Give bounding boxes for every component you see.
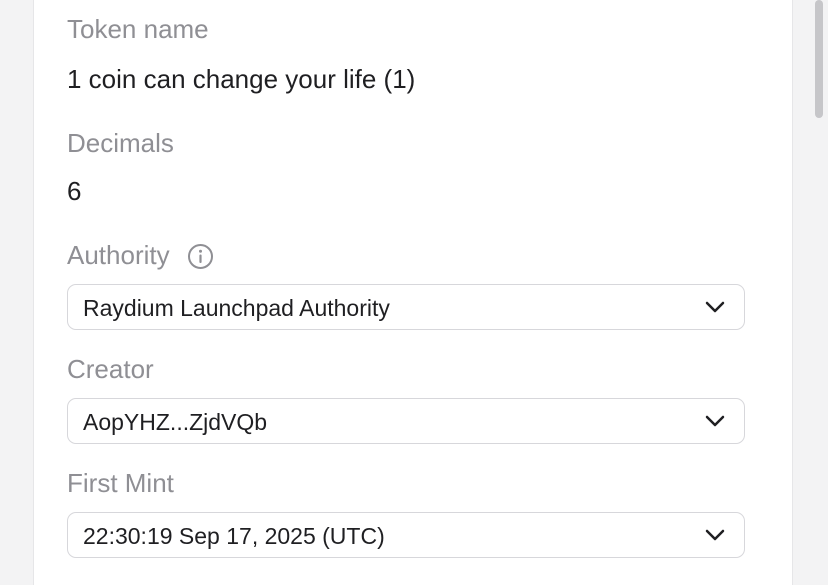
authority-selected-value: Raydium Launchpad Authority [83, 295, 390, 321]
creator-selected-value: AopYHZ...ZjdVQb [83, 409, 268, 435]
first-mint-select[interactable]: 22:30:19 Sep 17, 2025 (UTC) [67, 512, 745, 558]
scrollbar-thumb[interactable] [815, 0, 823, 118]
decimals-label: Decimals [67, 128, 174, 158]
first-mint-selected-value: 22:30:19 Sep 17, 2025 (UTC) [83, 523, 385, 549]
token-name-value: 1 coin can change your life (1) [67, 64, 416, 94]
token-details-card: Token name 1 coin can change your life (… [33, 0, 793, 585]
authority-label: Authority [67, 240, 170, 270]
authority-select[interactable]: Raydium Launchpad Authority [67, 284, 745, 330]
first-mint-label: First Mint [67, 468, 174, 498]
chevron-down-icon [705, 529, 725, 541]
token-name-label: Token name [67, 14, 209, 44]
info-circle-icon[interactable] [187, 243, 214, 270]
chevron-down-icon [705, 301, 725, 313]
chevron-down-icon [705, 415, 725, 427]
creator-label: Creator [67, 354, 154, 384]
creator-select[interactable]: AopYHZ...ZjdVQb [67, 398, 745, 444]
decimals-value: 6 [67, 176, 82, 206]
